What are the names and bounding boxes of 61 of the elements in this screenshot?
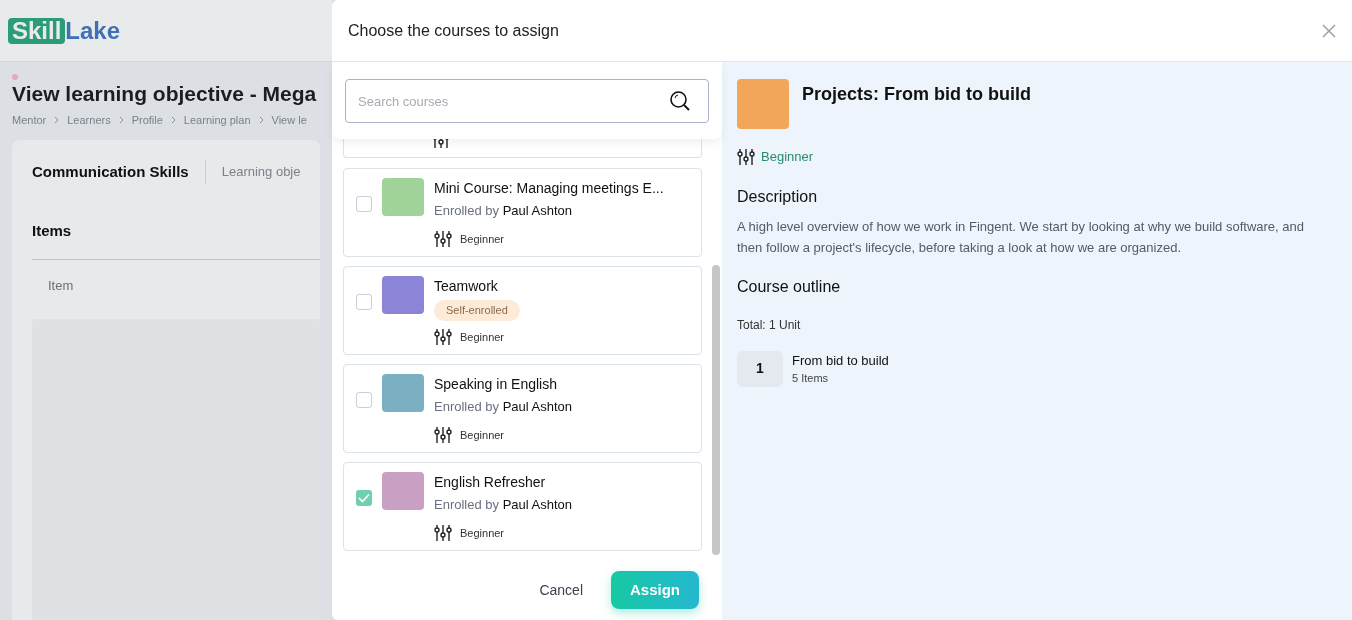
unit-number: 1 [737, 350, 783, 387]
search-field[interactable]: Search courses [345, 79, 709, 123]
breadcrumb-link[interactable]: Learners [67, 111, 111, 128]
course-title: Teamwork [434, 277, 499, 296]
course-card[interactable]: Teamwork Self-enrolled Beginner [343, 266, 702, 355]
breadcrumb-link[interactable]: Learning plan [183, 111, 251, 128]
cancel-button[interactable]: Cancel [523, 571, 599, 609]
course-description: A high level overview of how we work in Fingent. We start by looking at why we build software, and then follow a project's lifecycle, before taking a look at how we are organized. [737, 217, 1305, 257]
course-thumbnail [382, 374, 424, 412]
enrolled-by-text: Enrolled by Paul Ashton [434, 202, 574, 220]
chevron-icon [258, 115, 264, 124]
page-title: View learning objective - Mega [12, 81, 318, 107]
breadcrumb-link[interactable]: View le [271, 111, 307, 128]
assign-button[interactable]: Assign [611, 571, 699, 609]
course-title: Mini Course: Managing meetings E... [434, 179, 664, 198]
chevron-icon [118, 115, 124, 124]
course-thumbnail [737, 79, 789, 129]
checkbox[interactable] [356, 196, 372, 212]
unit-title: From bid to build [792, 351, 889, 370]
checkbox[interactable] [356, 392, 372, 408]
breadcrumb-link[interactable]: Profile [131, 111, 163, 128]
course-thumbnail [382, 472, 424, 510]
enrolled-by-text: Enrolled by Paul Ashton [434, 398, 573, 416]
course-title: English Refresher [434, 473, 547, 492]
dialog-title: Choose the courses to assign [348, 20, 559, 41]
level-label: Beginner [460, 427, 505, 443]
section-heading: Description [737, 186, 819, 207]
level-label: Beginner [761, 148, 814, 166]
course-card[interactable]: Mini Course: Managing meetings E... Enrolled by Paul Ashton Beginner [343, 168, 702, 257]
scrollbar-thumb[interactable] [712, 265, 720, 555]
section-heading: Course outline [737, 276, 842, 297]
chevron-icon [170, 115, 176, 124]
enrolled-by-text: Enrolled by Paul Ashton [434, 496, 573, 514]
checkbox[interactable] [356, 294, 372, 310]
tab[interactable]: Learning obje [221, 162, 301, 182]
course-thumbnail [382, 178, 424, 216]
course-thumbnail [382, 276, 424, 314]
unit-item-count: 5 Items [792, 371, 830, 386]
level-icon [434, 524, 452, 541]
level-icon [434, 426, 452, 443]
level-label: Beginner [460, 525, 505, 541]
card-heading: Communication Skills [32, 161, 189, 182]
checkbox[interactable] [356, 490, 372, 506]
outline-total: Total: 1 Unit [737, 316, 802, 334]
level-icon [434, 230, 452, 247]
level-label: Beginner [460, 329, 505, 345]
course-card[interactable]: Speaking in English Enrolled by Paul Ashton Beginner [343, 364, 702, 453]
chevron-icon [54, 115, 60, 124]
course-card[interactable]: English Refresher Enrolled by Paul Ashton Beginner [343, 462, 702, 551]
course-title: Projects: From bid to build [802, 83, 1031, 106]
section-heading: Items [32, 220, 320, 260]
search-icon[interactable] [669, 90, 691, 112]
status-badge: Self-enrolled [434, 300, 520, 321]
level-label: Beginner [460, 231, 505, 247]
level-icon [737, 148, 755, 165]
column-header: Item [48, 276, 75, 295]
close-icon[interactable] [1322, 23, 1336, 38]
logo: Skill Lake [8, 17, 121, 44]
course-title: Speaking in English [434, 375, 558, 394]
level-icon [434, 328, 452, 345]
breadcrumb-link[interactable]: Mentor [12, 111, 47, 128]
